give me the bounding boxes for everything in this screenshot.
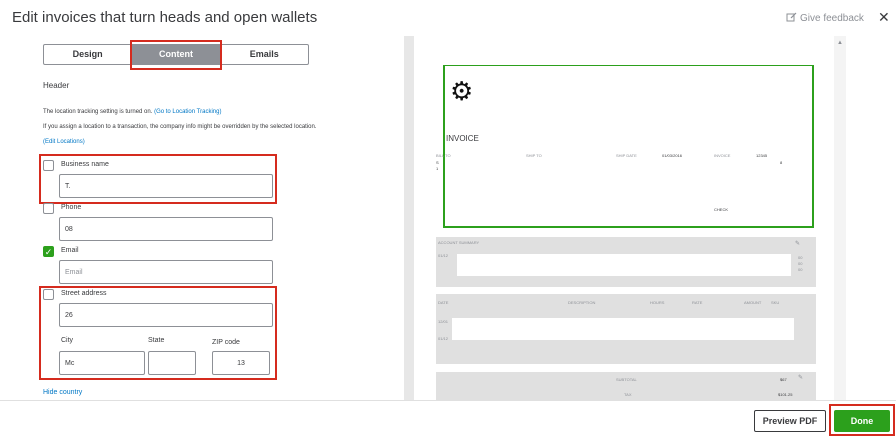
description-column-header: DESCRIPTION [568, 300, 596, 305]
city-label: City [61, 337, 74, 344]
state-label: State [148, 337, 165, 344]
bill-to-label: BILL TO [436, 153, 451, 158]
ship-date-label: SHIP DATE [616, 153, 637, 158]
business-name-label: Business name [61, 161, 109, 168]
done-button[interactable]: Done [834, 410, 890, 432]
invoice-number-value: 12345 [756, 153, 768, 158]
tax-value: $101.25 [778, 392, 793, 397]
give-feedback-link[interactable]: Give feedback [786, 12, 864, 25]
rate-column-header: RATE [692, 300, 703, 305]
invoice-title: INVOICE [446, 134, 479, 143]
account-summary-redacted [457, 254, 791, 276]
state-input[interactable] [148, 351, 196, 375]
invoice-paper: ⚙ INVOICE BILL TO SHIP TO SHIP DATE 01/0… [414, 36, 836, 400]
assign-location-text: If you assign a location to a transactio… [43, 124, 317, 130]
edit-pencil-icon[interactable]: ✎ [795, 240, 800, 247]
invoice-header-block [443, 65, 814, 228]
email-label: Email [61, 247, 79, 254]
street-address-input[interactable]: 26 [59, 303, 273, 327]
content-tab-highlight [130, 40, 222, 70]
amount-column-header: AMOUNT [744, 300, 762, 305]
zip-input[interactable]: 13 [212, 351, 270, 375]
ship-date-value: 01/03/2016 [662, 153, 683, 158]
subtotal-label: SUBTOTAL [616, 377, 637, 382]
totals-edit-pencil-icon[interactable]: ✎ [798, 374, 803, 381]
street-address-label: Street address [61, 290, 107, 297]
city-input[interactable]: Mc [59, 351, 145, 375]
bill-to-right-value: 8 [780, 160, 783, 165]
account-summary-value-2: 00 [798, 261, 803, 266]
zip-label: ZIP code [212, 339, 240, 346]
account-summary-date: 01/12 [438, 253, 449, 258]
hours-column-header: HOURS [650, 300, 665, 305]
tab-design[interactable]: Design [44, 45, 133, 64]
check-label: CHECK [714, 207, 729, 212]
company-logo-gear-icon: ⚙ [450, 76, 474, 106]
location-tracking-link[interactable]: (Go to Location Tracking) [154, 109, 221, 115]
tab-emails[interactable]: Emails [221, 45, 308, 64]
invoice-number-label: INVOICE [714, 153, 731, 158]
line-items-redacted [452, 318, 794, 340]
location-setting-text: The location tracking setting is turned … [43, 109, 153, 115]
subtotal-value: $67 [780, 377, 787, 382]
modal-header: Edit invoices that turn heads and open w… [0, 0, 896, 36]
bill-to-line-2: 1 [436, 166, 439, 171]
business-name-checkbox[interactable] [43, 160, 54, 171]
invoice-preview-pane: ⚙ INVOICE BILL TO SHIP TO SHIP DATE 01/0… [404, 36, 846, 400]
account-summary-value-1: 00 [798, 255, 803, 260]
scroll-up-arrow-icon[interactable]: ▲ [837, 40, 843, 46]
date-column-header: DATE [438, 300, 449, 305]
bill-to-line-1: S [436, 160, 439, 165]
preview-pdf-button[interactable]: Preview PDF [754, 410, 826, 432]
line-item-2-date: 01/12 [438, 336, 449, 341]
preview-scrollbar[interactable] [834, 36, 846, 400]
sku-column-header: SKU [771, 300, 780, 305]
line-item-1-date: 12/01 [438, 319, 449, 324]
location-text: The location tracking setting is turned … [43, 109, 221, 115]
page-title: Edit invoices that turn heads and open w… [12, 9, 318, 26]
business-name-input[interactable]: T. [59, 174, 273, 198]
close-icon[interactable]: ✕ [878, 9, 890, 26]
ship-to-label: SHIP TO [526, 153, 542, 158]
phone-label: Phone [61, 204, 82, 211]
section-title-header: Header [43, 81, 70, 90]
account-summary-value-3: 00 [798, 267, 803, 272]
settings-panel: Design Content Emails Header The locatio… [0, 36, 404, 400]
phone-input[interactable]: 08 [59, 217, 273, 241]
hide-country-link[interactable]: Hide country [43, 389, 82, 396]
give-feedback-label: Give feedback [800, 13, 864, 24]
feedback-icon [786, 12, 797, 25]
edit-locations-link[interactable]: (Edit Locations) [43, 139, 85, 145]
email-input[interactable]: Email [59, 260, 273, 284]
email-checkbox[interactable]: ✓ [43, 246, 54, 257]
street-address-checkbox[interactable] [43, 289, 54, 300]
tax-label: TAX [624, 392, 632, 397]
phone-checkbox[interactable] [43, 203, 54, 214]
account-summary-label: ACCOUNT SUMMARY [438, 240, 480, 245]
